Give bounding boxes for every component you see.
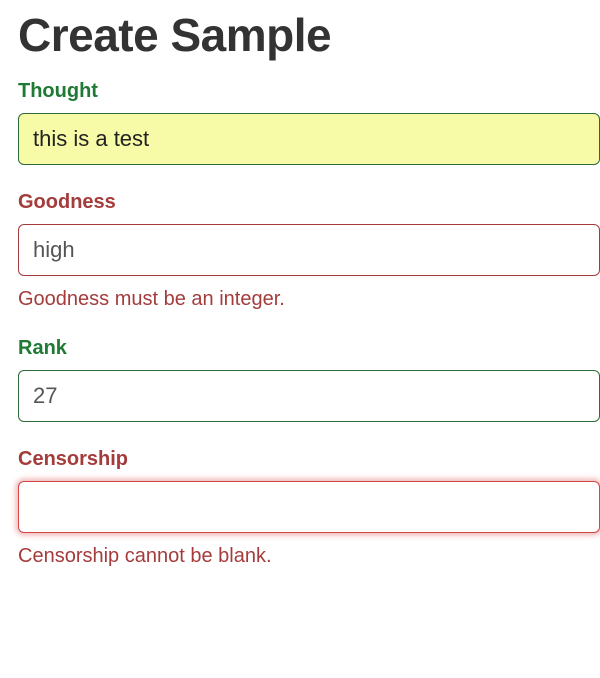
field-rank: Rank xyxy=(18,337,600,422)
rank-label: Rank xyxy=(18,337,600,360)
goodness-input[interactable] xyxy=(18,224,600,276)
censorship-input[interactable] xyxy=(18,481,600,533)
field-goodness: Goodness Goodness must be an integer. xyxy=(18,191,600,311)
field-censorship: Censorship Censorship cannot be blank. xyxy=(18,448,600,568)
thought-label: Thought xyxy=(18,80,600,103)
censorship-error-message: Censorship cannot be blank. xyxy=(18,545,600,568)
rank-input[interactable] xyxy=(18,370,600,422)
censorship-label: Censorship xyxy=(18,448,600,471)
goodness-error-message: Goodness must be an integer. xyxy=(18,288,600,311)
field-thought: Thought xyxy=(18,80,600,165)
goodness-label: Goodness xyxy=(18,191,600,214)
thought-input[interactable] xyxy=(18,113,600,165)
page-title: Create Sample xyxy=(18,8,600,62)
